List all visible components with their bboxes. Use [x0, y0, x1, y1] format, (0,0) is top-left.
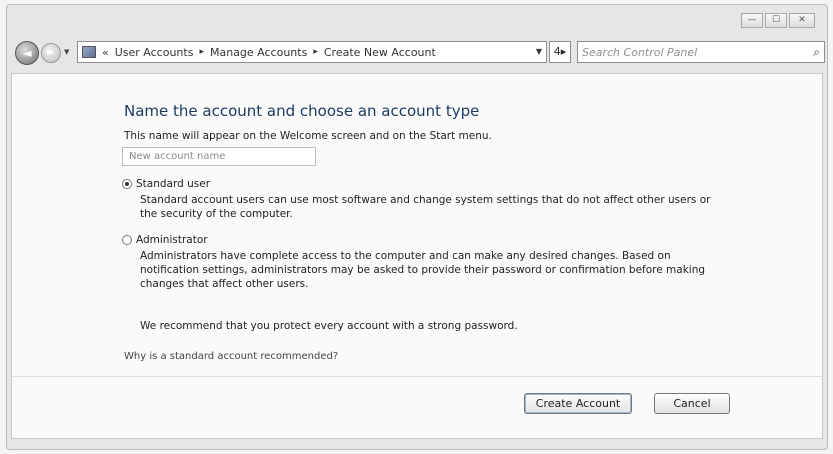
password-recommendation: We recommend that you protect every acco… [140, 320, 518, 332]
search-box[interactable]: Search Control Panel ⌕ [577, 41, 825, 63]
name-description: This name will appear on the Welcome scr… [124, 130, 492, 142]
administrator-radio[interactable] [122, 235, 132, 245]
cancel-button[interactable]: Cancel [654, 393, 730, 414]
standard-user-radio[interactable] [122, 179, 132, 189]
divider [12, 376, 822, 377]
back-button[interactable]: ◄ [15, 41, 39, 65]
control-panel-icon [82, 46, 96, 58]
window: — ☐ ✕ ◄ ► ▼ « User Accounts ▸ Manage Acc… [6, 4, 828, 450]
close-button[interactable]: ✕ [789, 13, 815, 28]
content-pane: Name the account and choose an account t… [11, 73, 823, 439]
forward-button[interactable]: ► [41, 43, 61, 63]
breadcrumb-manage-accounts[interactable]: Manage Accounts [210, 46, 307, 59]
caption-buttons: — ☐ ✕ [741, 13, 815, 28]
minimize-button[interactable]: — [741, 13, 763, 28]
breadcrumb-separator-icon[interactable]: ▸ [199, 47, 204, 57]
standard-user-option: Standard user Standard account users can… [122, 178, 730, 221]
navigation-bar: ◄ ► ▼ « User Accounts ▸ Manage Accounts … [11, 39, 825, 67]
breadcrumb-overflow[interactable]: « [102, 46, 109, 59]
create-account-button[interactable]: Create Account [524, 393, 632, 414]
administrator-label[interactable]: Administrator [136, 234, 208, 246]
page-title: Name the account and choose an account t… [124, 102, 480, 120]
address-bar[interactable]: « User Accounts ▸ Manage Accounts ▸ Crea… [77, 41, 547, 63]
administrator-option: Administrator Administrators have comple… [122, 234, 730, 291]
why-standard-account-link[interactable]: Why is a standard account recommended? [124, 351, 338, 362]
breadcrumb-user-accounts[interactable]: User Accounts [115, 46, 194, 59]
administrator-description: Administrators have complete access to t… [140, 250, 706, 290]
maximize-button[interactable]: ☐ [765, 13, 787, 28]
search-icon[interactable]: ⌕ [813, 45, 820, 60]
account-name-input[interactable] [122, 147, 316, 166]
breadcrumb-separator-icon[interactable]: ▸ [313, 47, 318, 57]
search-input[interactable]: Search Control Panel [582, 46, 813, 59]
standard-user-label[interactable]: Standard user [136, 178, 210, 190]
address-dropdown-icon[interactable]: ▼ [532, 42, 546, 62]
recent-pages-dropdown[interactable]: ▼ [64, 48, 72, 56]
breadcrumb-create-new-account[interactable]: Create New Account [324, 46, 436, 59]
refresh-button[interactable]: 4▸ [549, 41, 571, 63]
standard-user-description: Standard account users can use most soft… [140, 194, 711, 220]
